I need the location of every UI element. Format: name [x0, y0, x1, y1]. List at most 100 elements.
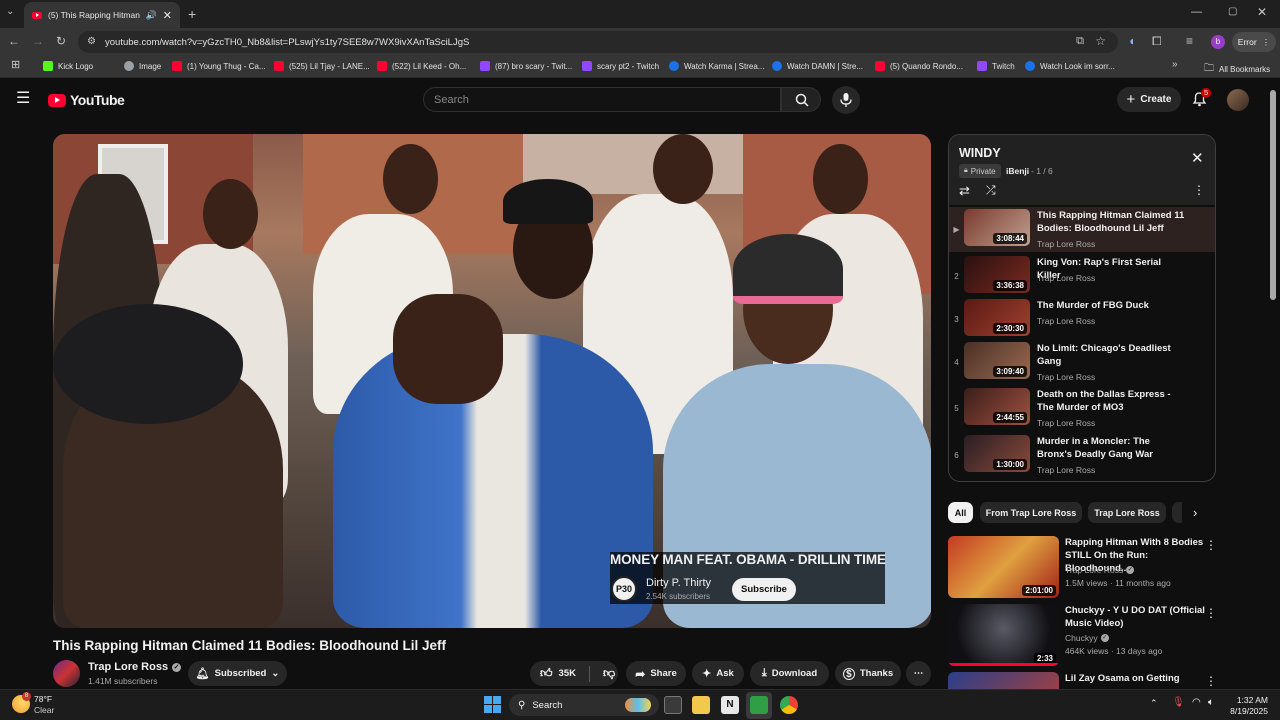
channel-name[interactable]: Trap Lore Ross ✓	[88, 661, 182, 673]
playlist-item[interactable]: 6 1:30:00 Murder in a Moncler: The Bronx…	[949, 433, 1215, 478]
back-icon[interactable]: ←	[8, 35, 20, 47]
recommendation-item[interactable]: Lil Zay Osama on Getting ⋮	[948, 672, 1248, 689]
youtube-logo[interactable]: YouTube	[48, 92, 125, 108]
url-text: youtube.com/watch?v=yGzcTH0_Nb8&list=PLs…	[105, 36, 470, 48]
browser-tab-active[interactable]: (5) This Rapping Hitman Cl 🔊 ✕	[24, 2, 180, 28]
chrome-icon[interactable]	[780, 696, 798, 714]
playlist-title[interactable]: WINDY	[959, 146, 1001, 160]
shuffle-icon[interactable]: ⤮	[986, 183, 996, 198]
playlist-item[interactable]: 4 3:09:40 No Limit: Chicago's Deadliest …	[949, 340, 1215, 385]
show-hidden-icons[interactable]: ⌃	[1150, 698, 1158, 709]
playlist-item[interactable]: 5 2:44:55 Death on the Dallas Express - …	[949, 386, 1215, 431]
playlist-item-title: No Limit: Chicago's Deadliest Gang	[1037, 343, 1171, 367]
wifi-icon[interactable]: ◠	[1192, 697, 1201, 708]
share-button[interactable]: ➦ Share	[626, 661, 686, 686]
voice-search-button[interactable]	[832, 86, 860, 114]
address-bar[interactable]: ⚙ youtube.com/watch?v=yGzcTH0_Nb8&list=P…	[78, 31, 1118, 53]
download-button[interactable]: ⤓ Download	[750, 661, 829, 686]
recommendation-more-icon[interactable]: ⋮	[1205, 606, 1217, 620]
bookmark-item[interactable]: (525) Lil Tjay - LANE...	[274, 61, 370, 71]
cast-icon[interactable]: ⧉	[1076, 35, 1084, 48]
minimize-icon[interactable]: —	[1191, 7, 1202, 18]
search-input[interactable]: Search	[423, 87, 781, 112]
task-view-icon[interactable]	[664, 696, 682, 714]
puzzle-extensions-icon[interactable]: ⧠	[1152, 35, 1162, 47]
error-button[interactable]: Error ⋮	[1232, 32, 1276, 52]
endcard-channel-logo[interactable]: P30	[611, 576, 637, 602]
like-button[interactable]: 👍︎ 35K	[540, 666, 576, 681]
bookmark-item[interactable]: (522) Lil Keed - Oh...	[377, 61, 466, 71]
weather-temp[interactable]: 78°F	[34, 694, 52, 704]
create-button[interactable]: + Create	[1117, 87, 1181, 112]
privacy-badge: 🔒︎ Private	[959, 164, 1001, 178]
bookmark-star-icon[interactable]: ☆	[1095, 34, 1106, 48]
recommendation-more-icon[interactable]: ⋮	[1205, 538, 1217, 552]
bookmark-item[interactable]: Watch DAMN | Stre...	[772, 61, 863, 71]
notifications-button[interactable]: 5	[1192, 88, 1212, 112]
more-bookmarks-icon[interactable]: »	[1172, 60, 1178, 70]
file-explorer-icon[interactable]	[692, 696, 710, 714]
playlist-item[interactable]: 3 2:30:30 The Murder of FBG Duck Trap Lo…	[949, 297, 1215, 342]
chevron-right-icon[interactable]: ›	[1193, 505, 1197, 520]
volume-icon[interactable]: 🔈︎	[1208, 697, 1214, 708]
playlist-more-icon[interactable]: ⋮	[1193, 183, 1205, 197]
maximize-icon[interactable]: ▢	[1228, 7, 1237, 17]
tab-search-chevron-icon[interactable]: ⌄	[6, 7, 14, 17]
start-windows-icon[interactable]	[484, 696, 501, 713]
loop-icon[interactable]: ⇄	[959, 183, 970, 199]
clock-time[interactable]: 1:32 AM	[1228, 695, 1268, 705]
account-avatar[interactable]	[1227, 89, 1249, 111]
endcard-channel-name[interactable]: Dirty P. Thirty	[646, 577, 711, 589]
recommendation-item[interactable]: 2:01:00 Rapping Hitman With 8 Bodies STI…	[948, 536, 1248, 598]
bookmark-item[interactable]: (1) Young Thug - Ca...	[172, 61, 266, 71]
bookmark-item[interactable]: Twitch	[977, 61, 1015, 71]
reload-icon[interactable]: ↻	[56, 35, 66, 47]
app-icon[interactable]	[750, 696, 768, 714]
more-actions-button[interactable]: ⋯	[906, 661, 931, 686]
playlist-item-thumbnail: 3:36:38	[964, 256, 1030, 293]
media-control-icon[interactable]: ≡	[1186, 35, 1193, 47]
recommendation-item[interactable]: 2:33 Chuckyy - Y U DO DAT (Official Musi…	[948, 604, 1248, 666]
bookmark-item[interactable]: (5) Quando Rondo...	[875, 61, 963, 71]
microphone-in-use-icon[interactable]: 🎙︎	[1172, 697, 1185, 708]
filter-chip-channel[interactable]: Trap Lore Ross	[1088, 502, 1166, 523]
site-info-icon[interactable]: ⚙	[87, 36, 96, 47]
bookmark-item[interactable]: Watch Karma | Strea...	[669, 61, 764, 71]
channel-avatar[interactable]	[53, 660, 80, 687]
dislike-button[interactable]: 👎︎	[603, 666, 615, 681]
playlist-item[interactable]: 2 3:36:38 King Von: Rap's First Serial K…	[949, 254, 1215, 299]
new-tab-icon[interactable]: +	[188, 7, 196, 21]
forward-icon[interactable]: →	[32, 35, 44, 47]
playlist-item[interactable]: ▶ 3:08:44 This Rapping Hitman Claimed 11…	[949, 207, 1215, 252]
taskbar-search[interactable]: ⚲ Search	[509, 694, 659, 716]
bookmark-item[interactable]: Image	[124, 61, 161, 71]
all-bookmarks[interactable]: 🗀 All Bookmarks	[1204, 61, 1270, 78]
extension-icon[interactable]: ◖	[1128, 35, 1135, 47]
playlist-owner[interactable]: iBenji	[1006, 166, 1029, 176]
bookmark-item[interactable]: (87) bro scary - Twit...	[480, 61, 572, 71]
apps-grid-icon[interactable]: ⊞	[11, 60, 20, 71]
page-scrollbar[interactable]	[1270, 90, 1276, 300]
ask-button[interactable]: ✦ Ask	[692, 661, 744, 686]
speaker-icon[interactable]: 🔊	[146, 10, 157, 21]
video-player[interactable]: MONEY MAN FEAT. OBAMA - DRILLIN TIME P30…	[53, 134, 931, 628]
bookmark-item[interactable]: scary pt2 - Twitch	[582, 61, 659, 71]
tab-close-icon[interactable]: ✕	[163, 9, 172, 22]
notepad-icon[interactable]: N	[721, 696, 739, 714]
profile-avatar[interactable]: b	[1211, 35, 1225, 49]
bookmark-favicon-icon	[669, 61, 679, 71]
thanks-button[interactable]: $ Thanks	[835, 661, 901, 686]
hamburger-menu-icon[interactable]: ☰	[16, 91, 30, 107]
close-window-icon[interactable]: ✕	[1257, 6, 1267, 18]
recommendation-more-icon[interactable]: ⋮	[1205, 674, 1217, 688]
close-playlist-icon[interactable]: ✕	[1191, 149, 1204, 167]
filter-chip-all[interactable]: All	[948, 502, 973, 523]
bookmark-item[interactable]: Kick Logo	[43, 61, 93, 71]
bookmark-item[interactable]: Watch Look im sorr...	[1025, 61, 1115, 71]
playlist-item-channel: Trap Lore Ross	[1037, 372, 1096, 382]
subscribed-button[interactable]: 🔔︎ Subscribed ⌄	[188, 661, 287, 686]
filter-chip-from-channel[interactable]: From Trap Lore Ross	[980, 502, 1082, 523]
search-button[interactable]	[781, 87, 821, 112]
playlist-item-index: ▶	[953, 225, 960, 234]
endcard-subscribe-button[interactable]: Subscribe	[732, 578, 796, 601]
